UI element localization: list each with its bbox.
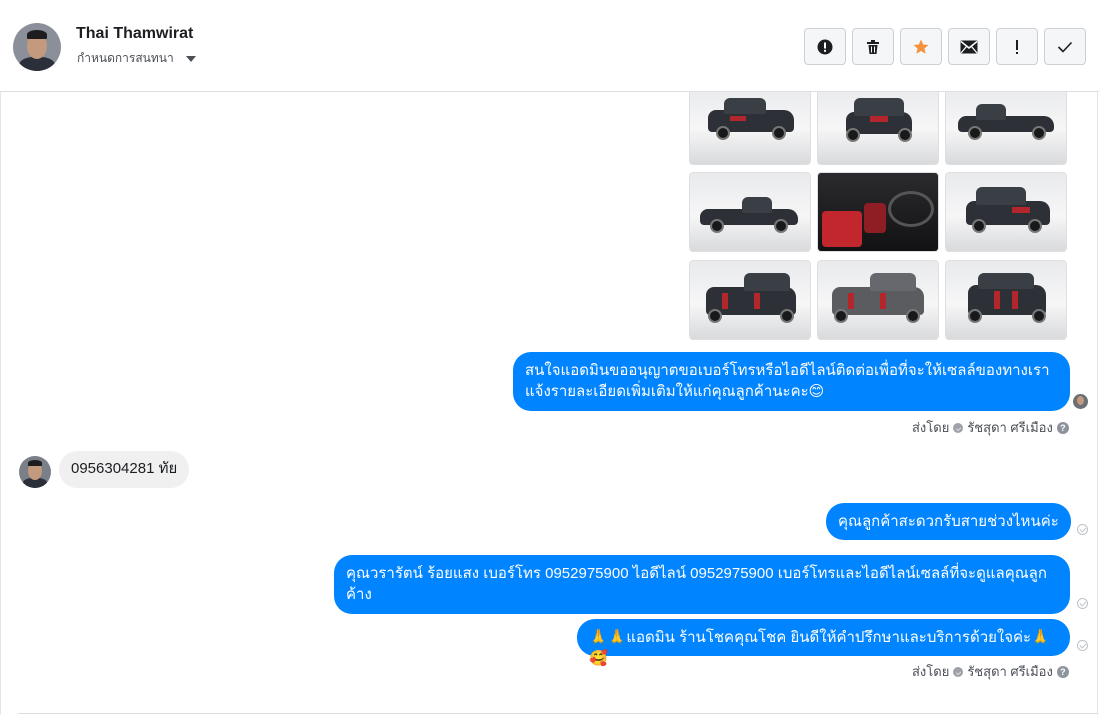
photo-attachment[interactable]: [817, 172, 939, 252]
help-icon[interactable]: ?: [1056, 665, 1069, 678]
message-text: สนใจแอดมินขออนุญาตขอเบอร์โทรหรือไอดีไลน์…: [525, 362, 1050, 400]
outgoing-message[interactable]: คุณลูกค้าสะดวกรับสายช่วงไหนค่ะ: [826, 503, 1071, 540]
exclamation-circle-icon: [817, 39, 833, 54]
incoming-message[interactable]: 0956304281 ทัย: [59, 451, 190, 488]
contact-avatar[interactable]: [13, 23, 61, 71]
conversation-header: Thai Thamwirat กำหนดการสนทนา: [0, 0, 1099, 92]
conversation-toolbar: [804, 28, 1086, 65]
assign-conversation-dropdown[interactable]: กำหนดการสนทนา: [77, 49, 196, 68]
exclamation-icon: [1016, 39, 1018, 54]
check-icon: [1057, 41, 1073, 53]
mark-spam-button[interactable]: [804, 28, 846, 65]
photo-attachment[interactable]: [945, 260, 1067, 340]
sent-by-prefix: ส่งโดย: [912, 420, 950, 435]
photo-attachment[interactable]: [689, 172, 811, 252]
caret-down-icon: [185, 55, 196, 62]
composer-divider: [18, 713, 1098, 714]
photo-attachment[interactable]: [945, 92, 1067, 165]
mark-done-button[interactable]: [1044, 28, 1086, 65]
delivered-check-icon: [1077, 598, 1088, 609]
help-icon[interactable]: ?: [1056, 421, 1069, 434]
follow-up-button[interactable]: [996, 28, 1038, 65]
sent-by-label: ส่งโดย รัชสุดา ศรีเมือง ?: [912, 661, 1069, 682]
delivered-check-icon: [1077, 524, 1088, 535]
message-text: คุณลูกค้าสะดวกรับสายช่วงไหนค่ะ: [838, 513, 1059, 530]
photo-attachment[interactable]: [817, 260, 939, 340]
mark-unread-button[interactable]: [948, 28, 990, 65]
trash-icon: [867, 39, 879, 54]
star-button[interactable]: [900, 28, 942, 65]
sent-by-name[interactable]: รัชสุดา ศรีเมือง: [967, 661, 1053, 682]
outgoing-message[interactable]: 🙏🙏แอดมิน ร้านโชคคุณโชค ยินดีให้คำปรึกษาแ…: [577, 619, 1070, 667]
star-icon: [913, 39, 929, 54]
envelope-icon: [960, 40, 978, 53]
delete-button[interactable]: [852, 28, 894, 65]
outgoing-message[interactable]: สนใจแอดมินขออนุญาตขอเบอร์โทรหรือไอดีไลน์…: [513, 352, 1070, 411]
verified-dot-icon: [953, 666, 964, 677]
photo-attachment[interactable]: [945, 172, 1067, 252]
contact-name[interactable]: Thai Thamwirat: [76, 25, 193, 43]
photo-attachment[interactable]: [689, 260, 811, 340]
photo-attachment[interactable]: [817, 92, 939, 165]
photo-attachment[interactable]: [689, 92, 811, 165]
sent-by-name[interactable]: รัชสุดา ศรีเมือง: [967, 417, 1053, 438]
sent-by-prefix: ส่งโดย: [912, 664, 950, 679]
delivered-check-icon: [1077, 640, 1088, 651]
message-text: 0956304281 ทัย: [71, 460, 178, 477]
customer-avatar[interactable]: [19, 456, 51, 488]
sent-by-label: ส่งโดย รัชสุดา ศรีเมือง ?: [912, 417, 1069, 438]
outgoing-message[interactable]: คุณวรารัตน์ ร้อยแสง เบอร์โทร 0952975900 …: [334, 555, 1070, 614]
agent-avatar: [1073, 394, 1088, 409]
message-thread[interactable]: สนใจแอดมินขออนุญาตขอเบอร์โทรหรือไอดีไลน์…: [0, 92, 1099, 715]
message-text: คุณวรารัตน์ ร้อยแสง เบอร์โทร 0952975900 …: [346, 565, 1047, 603]
verified-dot-icon: [953, 422, 964, 433]
assign-label: กำหนดการสนทนา: [77, 51, 174, 65]
